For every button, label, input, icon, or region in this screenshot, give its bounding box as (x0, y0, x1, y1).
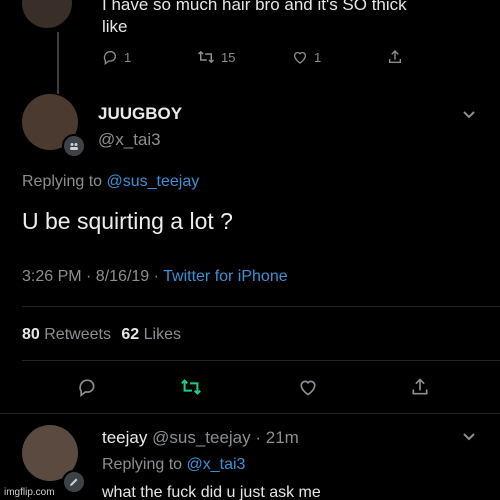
pen-badge-icon (62, 134, 86, 158)
prev-avatar[interactable] (22, 0, 72, 28)
like-icon (298, 377, 318, 397)
main-options-chevron[interactable] (462, 110, 476, 120)
share-icon (387, 49, 403, 65)
prev-retweet-button[interactable]: 15 (197, 49, 292, 65)
main-timestamp-line: 3:26 PM · 8/16/19 · Twitter for iPhone (22, 268, 288, 286)
prev-like-count: 1 (314, 49, 322, 65)
main-retweet-button[interactable] (180, 377, 202, 397)
main-replying-line: Replying to @sus_teejay (22, 173, 199, 191)
divider-2 (22, 360, 500, 361)
retweets-label: Retweets (44, 326, 111, 343)
share-icon (410, 377, 430, 397)
main-display-name[interactable]: JUUGBOY (98, 104, 182, 124)
retweet-icon (180, 377, 202, 397)
main-time-date: 3:26 PM · 8/16/19 · (22, 268, 164, 285)
likes-stat[interactable]: 62 Likes (121, 326, 181, 343)
main-replying-to-link[interactable]: @sus_teejay (107, 173, 200, 190)
reply-icon (102, 49, 118, 65)
prev-like-button[interactable]: 1 (292, 49, 387, 65)
divider-3 (0, 413, 500, 414)
reply-tweet-text: what the fuck did u just ask me (102, 484, 321, 500)
main-reply-button[interactable] (77, 377, 97, 397)
main-handle[interactable]: @x_tai3 (98, 130, 161, 150)
likes-count: 62 (121, 326, 140, 343)
main-replying-prefix: Replying to (22, 173, 103, 190)
reply-icon (77, 377, 97, 397)
reply-header: teejay @sus_teejay · 21m (102, 428, 299, 448)
thread-line (57, 32, 59, 94)
main-tweet-text: U be squirting a lot ? (22, 208, 233, 234)
reply-replying-prefix: Replying to (102, 456, 183, 473)
prev-share-button[interactable] (387, 49, 403, 65)
prev-tweet-actions: 1 15 1 (102, 49, 422, 65)
reply-options-chevron[interactable] (462, 432, 476, 442)
chevron-down-icon (462, 432, 476, 442)
prev-tweet-text-line2: like (102, 17, 128, 36)
reply-handle-time: @sus_teejay · 21m (152, 428, 299, 447)
reply-display-name[interactable]: teejay (102, 428, 147, 447)
prev-reply-count: 1 (124, 49, 132, 65)
chevron-down-icon (462, 110, 476, 120)
likes-label: Likes (143, 326, 182, 343)
main-like-button[interactable] (298, 377, 318, 397)
reply-replying-to-link[interactable]: @x_tai3 (187, 456, 246, 473)
prev-reply-button[interactable]: 1 (102, 49, 197, 65)
pen-badge-icon (62, 470, 86, 494)
retweets-stat[interactable]: 80 Retweets (22, 326, 115, 343)
retweet-icon (197, 49, 215, 65)
main-source-link[interactable]: Twitter for iPhone (163, 268, 288, 285)
main-share-button[interactable] (410, 377, 430, 397)
prev-retweet-count: 15 (221, 49, 236, 65)
prev-tweet-text: I have so much hair bro and it's SO thic… (102, 0, 407, 38)
watermark: imgflip.com (2, 487, 57, 498)
divider-1 (22, 306, 500, 307)
prev-tweet-text-line1: I have so much hair bro and it's SO thic… (102, 0, 407, 14)
like-icon (292, 49, 308, 65)
retweets-count: 80 (22, 326, 40, 343)
reply-replying-line: Replying to @x_tai3 (102, 456, 245, 474)
main-stats: 80 Retweets 62 Likes (22, 326, 181, 344)
